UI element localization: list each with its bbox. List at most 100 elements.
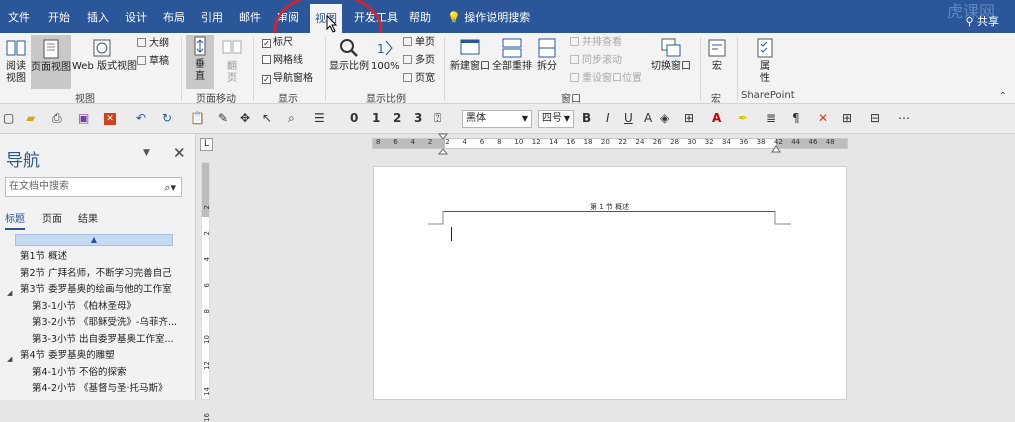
open-folder-icon[interactable]: ▰	[26, 111, 35, 125]
ruler-checkbox[interactable]: ✓ 标尺	[262, 37, 293, 49]
reset-window-position-button[interactable]: 重设窗口位置	[570, 73, 642, 85]
nav-heading-item[interactable]: 第4-2小节 《基督与圣·托马斯》	[32, 380, 168, 394]
line-spacing-icon[interactable]: ☰	[314, 111, 325, 125]
borders-icon[interactable]: ⊞	[684, 111, 694, 125]
nav-heading-item[interactable]: 第4节 委罗基奥的雕塑	[20, 347, 115, 361]
tab-insert[interactable]: 插入	[87, 0, 109, 33]
group-label-show: 显示	[278, 94, 298, 105]
undo-icon[interactable]: ↶	[136, 111, 146, 125]
gridlines-checkbox[interactable]: 网格线	[262, 55, 303, 67]
ruler-number: 16	[566, 138, 576, 146]
close-icon[interactable]: ✕	[173, 144, 186, 162]
right-indent-marker-icon[interactable]	[771, 143, 781, 153]
expand-triangle-icon[interactable]: ◢	[7, 355, 12, 363]
format-painter-icon[interactable]: ✎	[218, 111, 228, 125]
split-button[interactable]: 拆分	[534, 37, 560, 73]
indent-marker-icon[interactable]	[438, 133, 448, 155]
share-button[interactable]: ⚲ 共享	[965, 13, 999, 29]
arrange-icon	[502, 38, 522, 58]
print-layout-button[interactable]: 页面视图	[31, 35, 71, 89]
bold-button[interactable]: B	[582, 111, 591, 125]
nav-heading-item[interactable]: 第3-3小节 出自委罗基奥工作室...	[32, 331, 174, 345]
paste-icon[interactable]: 📋	[190, 111, 205, 125]
expand-triangle-icon[interactable]: ◢	[7, 289, 12, 297]
text-highlight-icon[interactable]: ✒	[738, 111, 748, 125]
nav-heading-item[interactable]: 第1节 概述	[20, 248, 67, 262]
heading-level-0-button[interactable]: 0	[350, 111, 358, 125]
tab-headings[interactable]: 标题	[5, 210, 25, 230]
nav-heading-item[interactable]: 第3-1小节 《柏林圣母》	[32, 298, 136, 312]
one-page-button[interactable]: 单页	[403, 37, 435, 49]
tab-home[interactable]: 开始	[48, 0, 70, 33]
nav-search-input[interactable]: 在文档中搜索 ⌕▾	[5, 177, 182, 197]
page-width-button[interactable]: 页宽	[403, 73, 435, 85]
zoom-100-button[interactable]: 1 100%	[371, 37, 400, 73]
nav-heading-item[interactable]: 第4-1小节 不俗的探索	[32, 364, 127, 378]
ruler-number: 8	[497, 138, 502, 146]
style-icon[interactable]: ⍰	[434, 111, 441, 126]
multiple-pages-button[interactable]: 多页	[403, 55, 435, 67]
clear-format-icon[interactable]: ✥	[240, 111, 250, 125]
tab-help[interactable]: 帮助	[409, 0, 431, 33]
tab-layout[interactable]: 布局	[163, 0, 185, 33]
heading-level-3-button[interactable]: 3	[414, 111, 422, 125]
select-cursor-icon[interactable]: ↖	[262, 111, 272, 125]
switch-windows-button[interactable]: 切换窗口	[650, 37, 692, 73]
view-side-by-side-button[interactable]: 并排查看	[570, 37, 622, 49]
text-cursor	[451, 227, 452, 241]
layout-icon[interactable]: ⊟	[870, 111, 880, 125]
search-icon[interactable]: ⌕▾	[164, 179, 176, 197]
tab-results[interactable]: 结果	[78, 210, 98, 225]
side-to-side-button[interactable]: 翻 页	[218, 37, 246, 85]
nav-heading-item[interactable]: 第3节 委罗基奥的绘画与他的工作室	[20, 281, 172, 295]
text-direction-icon[interactable]: ¶	[792, 111, 800, 125]
ruler-number: 6	[393, 138, 398, 146]
nav-pane-title: 导航	[6, 151, 40, 171]
close-doc-icon[interactable]: ✕	[104, 113, 116, 125]
properties-button[interactable]: 属 性	[752, 37, 778, 85]
new-window-button[interactable]: 新建窗口	[450, 37, 490, 73]
nav-pane-checkbox[interactable]: ✓ 导航窗格	[262, 73, 313, 85]
nav-heading-item[interactable]: 第2节 广拜名师，不断学习完善自己	[20, 265, 172, 279]
web-layout-button[interactable]: Web 版式视图	[72, 37, 137, 73]
print-icon[interactable]: ⎙	[52, 111, 62, 126]
highlight-fill-icon[interactable]: ◈	[660, 111, 669, 125]
italic-button[interactable]: I	[606, 111, 610, 125]
tell-me-search[interactable]: 💡 操作说明搜索	[447, 0, 530, 33]
collapse-ribbon-icon[interactable]: ⌃	[999, 91, 1007, 102]
strikethrough-icon[interactable]: A	[644, 111, 652, 125]
save-icon[interactable]: ▣	[78, 111, 89, 125]
redo-icon[interactable]: ↻	[162, 111, 172, 125]
font-size-select[interactable]: 四号 ▼	[538, 110, 574, 128]
underline-button[interactable]: U	[624, 111, 633, 125]
delete-icon[interactable]: ✕	[818, 111, 828, 125]
heading-level-1-button[interactable]: 1	[372, 111, 380, 125]
tab-file[interactable]: 文件	[8, 0, 30, 33]
vertical-button[interactable]: 垂 直	[186, 35, 214, 89]
tab-selector-icon[interactable]: L	[200, 138, 213, 151]
chevron-down-icon[interactable]: ▼	[143, 148, 150, 158]
font-color-icon[interactable]: A	[712, 111, 721, 125]
table-icon[interactable]: ⊞	[842, 111, 852, 125]
draft-button[interactable]: 草稿	[137, 56, 169, 68]
read-mode-button[interactable]: 阅读 视图	[2, 37, 30, 85]
tab-pages[interactable]: 页面	[42, 210, 62, 225]
find-icon[interactable]: ⌕	[288, 111, 295, 126]
macros-button[interactable]: 宏	[704, 37, 730, 73]
tab-design[interactable]: 设计	[125, 0, 147, 33]
sync-scroll-button[interactable]: 同步滚动	[570, 55, 622, 67]
zoom-button[interactable]: 显示比例	[329, 37, 369, 73]
more-icon[interactable]: ⋯	[898, 111, 910, 125]
tab-mailings[interactable]: 邮件	[239, 0, 261, 33]
new-doc-icon[interactable]: ▢	[3, 111, 14, 125]
align-icon[interactable]: ≣	[766, 111, 776, 125]
heading-level-2-button[interactable]: 2	[393, 111, 401, 125]
macro-icon	[708, 39, 726, 57]
arrange-all-button[interactable]: 全部重排	[492, 37, 532, 73]
nav-heading-item[interactable]: 第3-2小节 《耶稣受洗》-乌菲齐...	[32, 314, 177, 328]
outline-button[interactable]: 大纲	[137, 38, 169, 50]
collapse-all-bar[interactable]: ▲	[15, 234, 173, 246]
tab-references[interactable]: 引用	[201, 0, 223, 33]
ruler-number: 30	[687, 138, 697, 146]
font-family-select[interactable]: 黑体 ▼	[462, 110, 532, 128]
